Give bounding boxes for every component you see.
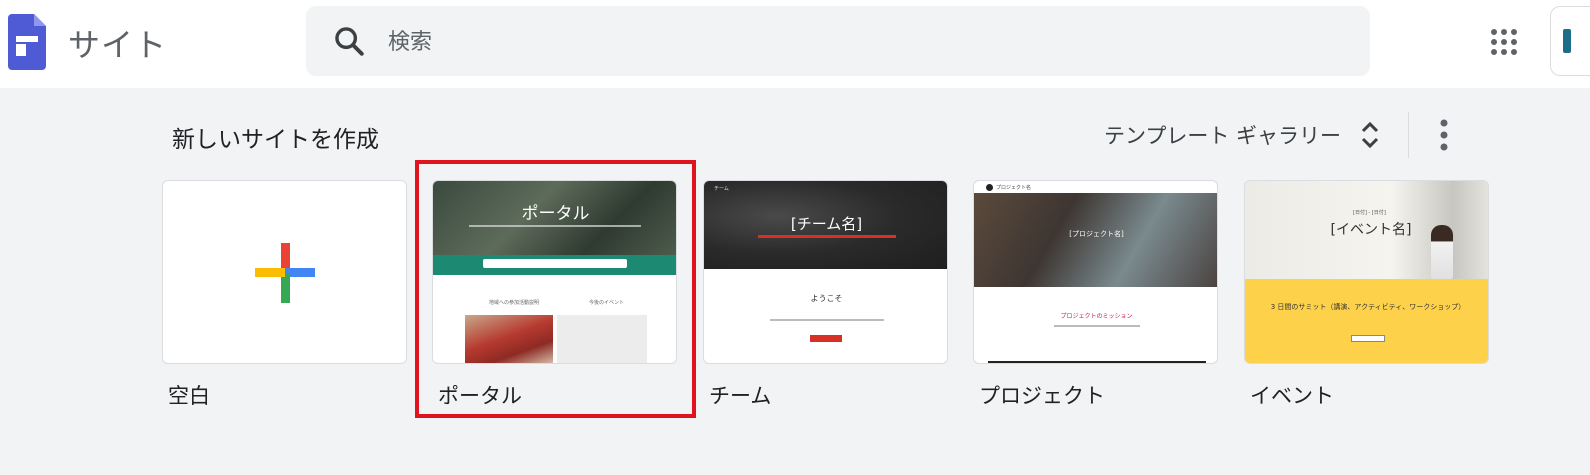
template-label-project: プロジェクト — [979, 384, 1105, 408]
event-date: [日付] - [日付] — [1353, 210, 1386, 216]
account-logo-icon — [1563, 29, 1571, 53]
search-icon[interactable] — [332, 24, 366, 58]
event-speaker-figure — [1431, 225, 1453, 279]
google-apps-icon[interactable] — [1486, 24, 1522, 60]
team-title-underline — [758, 235, 896, 238]
team-nav-title: チーム — [714, 186, 729, 192]
project-mission: プロジェクトのミッション — [1060, 313, 1133, 320]
team-details-button — [810, 335, 842, 342]
search-bar[interactable] — [306, 6, 1370, 76]
template-label-team: チーム — [709, 384, 772, 408]
template-card-blank[interactable]: 空白 — [162, 180, 407, 408]
project-desc-line — [1054, 325, 1140, 327]
event-register-button — [1351, 335, 1385, 342]
unfold-more-icon — [1361, 121, 1379, 149]
team-welcome: ようこそ — [810, 294, 843, 303]
event-yellow-band — [1245, 279, 1488, 363]
template-thumbnail-team[interactable]: チーム [チーム名] ようこそ — [703, 180, 948, 364]
project-hero-image — [974, 193, 1217, 287]
team-desc-line — [770, 319, 884, 321]
team-hero-title: [チーム名] — [790, 215, 863, 233]
template-gallery-button[interactable]: テンプレート ギャラリー — [1094, 108, 1394, 160]
divider — [1408, 112, 1409, 158]
event-hero-title: [イベント名] — [1330, 222, 1412, 238]
template-thumbnail-event[interactable]: [日付] - [日付] [イベント名] 3 日間のサミット（講演、アクティビティ… — [1244, 180, 1489, 364]
template-card-event[interactable]: [日付] - [日付] [イベント名] 3 日間のサミット（講演、アクティビティ… — [1244, 180, 1489, 408]
app-title[interactable]: サイト — [68, 20, 167, 66]
project-bottom-strip — [988, 361, 1206, 363]
template-card-team[interactable]: チーム [チーム名] ようこそ チーム — [703, 180, 948, 408]
project-hero-title: [プロジェクト名] — [1069, 230, 1124, 238]
create-site-heading: 新しいサイトを作成 — [172, 127, 379, 153]
template-gallery-label: テンプレート ギャラリー — [1104, 124, 1342, 148]
sites-logo-icon[interactable] — [8, 14, 46, 70]
event-summit-text: 3 日間のサミット（講演、アクティビティ、ワークショップ） — [1270, 303, 1466, 311]
template-thumbnail-blank[interactable] — [162, 180, 407, 364]
template-label-event: イベント — [1250, 384, 1334, 408]
project-logo-icon — [986, 184, 993, 191]
template-thumbnail-project[interactable]: プロジェクト名 [プロジェクト名] プロジェクトのミッション — [973, 180, 1218, 364]
project-nav-title: プロジェクト名 — [996, 185, 1032, 191]
template-label-blank: 空白 — [168, 384, 210, 408]
account-button[interactable] — [1550, 6, 1590, 76]
selection-highlight — [415, 160, 696, 418]
top-bar: サイト — [0, 0, 1590, 88]
search-input[interactable] — [388, 26, 1288, 58]
plus-icon — [255, 243, 315, 303]
template-card-project[interactable]: プロジェクト名 [プロジェクト名] プロジェクトのミッション プロジェクト — [973, 180, 1218, 408]
more-vert-icon[interactable] — [1426, 116, 1462, 154]
